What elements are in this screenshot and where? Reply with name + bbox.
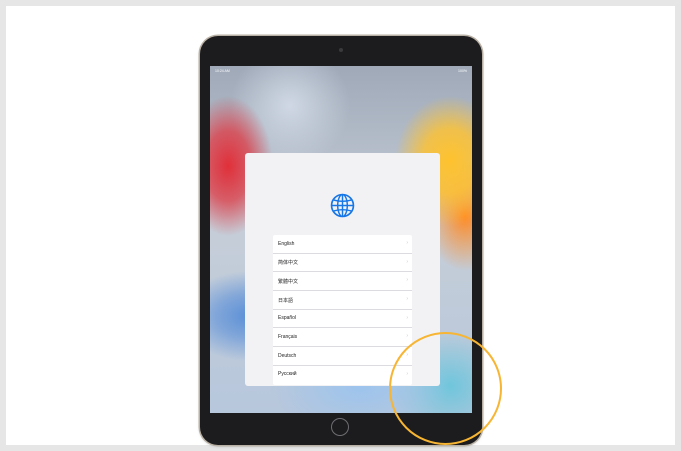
language-label: English: [278, 240, 295, 247]
language-label: Español: [278, 315, 297, 322]
language-label: Русский: [278, 371, 297, 378]
language-label: 简体中文: [278, 260, 299, 267]
language-label: Français: [278, 333, 298, 340]
chevron-right-icon: ›: [406, 240, 408, 246]
status-time: 10:24 AM: [215, 69, 230, 73]
chevron-right-icon: ›: [406, 296, 408, 303]
device-screen: 10:24 AM 100% English › 简体中文 › 繁體中文 › 日本…: [210, 66, 472, 413]
language-label: 日本語: [278, 297, 294, 304]
language-option-russian[interactable]: Русский ›: [273, 366, 412, 385]
chevron-right-icon: ›: [406, 352, 408, 359]
status-battery: 100%: [458, 69, 467, 73]
front-camera: [339, 48, 343, 52]
language-option-english[interactable]: English ›: [273, 235, 412, 254]
language-option-traditional-chinese[interactable]: 繁體中文 ›: [273, 272, 412, 292]
chevron-right-icon: ›: [406, 370, 408, 377]
globe-icon: [330, 193, 355, 218]
home-button[interactable]: [331, 418, 349, 436]
language-option-german[interactable]: Deutsch ›: [273, 347, 412, 366]
chevron-right-icon: ›: [406, 277, 408, 284]
ipad-device: 10:24 AM 100% English › 简体中文 › 繁體中文 › 日本…: [200, 36, 482, 445]
chevron-right-icon: ›: [406, 314, 408, 321]
language-setup-dialog: English › 简体中文 › 繁體中文 › 日本語 › Español › …: [245, 153, 440, 386]
language-option-japanese[interactable]: 日本語 ›: [273, 291, 412, 310]
language-option-spanish[interactable]: Español ›: [273, 310, 412, 329]
status-bar: 10:24 AM 100%: [210, 66, 472, 76]
language-label: Deutsch: [278, 352, 297, 359]
language-label: 繁體中文: [278, 278, 299, 285]
photo-frame: 10:24 AM 100% English › 简体中文 › 繁體中文 › 日本…: [6, 6, 675, 445]
chevron-right-icon: ›: [406, 333, 408, 340]
language-option-simplified-chinese[interactable]: 简体中文 ›: [273, 254, 412, 273]
language-list: English › 简体中文 › 繁體中文 › 日本語 › Español › …: [273, 235, 412, 385]
language-option-french[interactable]: Français ›: [273, 328, 412, 348]
chevron-right-icon: ›: [406, 258, 408, 265]
